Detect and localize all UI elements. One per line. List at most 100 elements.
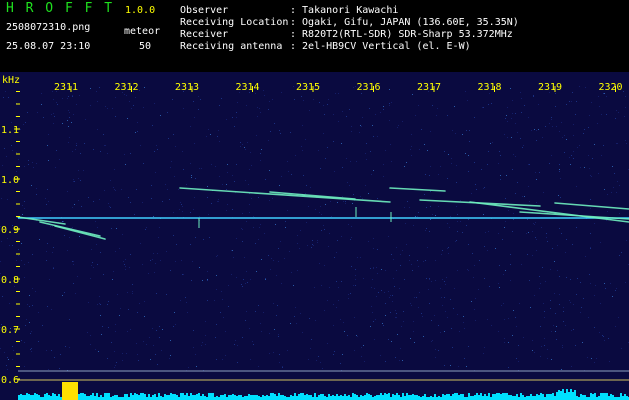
noise-pixel bbox=[615, 290, 616, 291]
noise-pixel bbox=[115, 365, 116, 366]
level-bar bbox=[132, 395, 134, 400]
level-bar bbox=[208, 393, 210, 400]
level-bar bbox=[180, 393, 182, 400]
noise-pixel bbox=[309, 318, 310, 319]
level-bar bbox=[176, 395, 178, 400]
level-bar bbox=[364, 395, 366, 400]
noise-pixel bbox=[554, 261, 555, 262]
noise-pixel bbox=[395, 317, 396, 318]
noise-pixel bbox=[117, 294, 118, 295]
noise-pixel bbox=[560, 178, 561, 179]
noise-pixel bbox=[395, 357, 396, 358]
noise-pixel bbox=[28, 262, 29, 263]
noise-pixel bbox=[506, 175, 507, 176]
noise-pixel bbox=[546, 233, 547, 234]
level-bar bbox=[304, 395, 306, 400]
noise-pixel bbox=[12, 245, 13, 246]
noise-pixel bbox=[190, 163, 191, 164]
noise-pixel bbox=[108, 301, 109, 302]
noise-pixel bbox=[246, 311, 247, 312]
noise-pixel bbox=[457, 231, 458, 232]
noise-pixel bbox=[444, 297, 445, 298]
noise-pixel bbox=[603, 336, 604, 337]
noise-pixel bbox=[122, 353, 123, 354]
noise-pixel bbox=[392, 301, 393, 302]
level-bar bbox=[590, 393, 592, 400]
noise-pixel bbox=[235, 340, 236, 341]
noise-pixel bbox=[259, 227, 260, 228]
noise-pixel bbox=[466, 366, 467, 367]
noise-pixel bbox=[410, 303, 411, 304]
noise-pixel bbox=[202, 280, 203, 281]
level-bar bbox=[572, 392, 574, 400]
noise-pixel bbox=[324, 265, 325, 266]
noise-pixel bbox=[127, 292, 128, 293]
noise-pixel bbox=[590, 233, 591, 234]
noise-pixel bbox=[573, 124, 574, 125]
noise-pixel bbox=[411, 264, 412, 265]
noise-pixel bbox=[287, 210, 288, 211]
noise-pixel bbox=[528, 186, 529, 187]
noise-pixel bbox=[153, 216, 154, 217]
level-bar bbox=[294, 393, 296, 400]
level-bar bbox=[504, 393, 506, 400]
noise-pixel bbox=[57, 104, 58, 105]
noise-pixel bbox=[249, 169, 250, 170]
noise-pixel bbox=[143, 107, 144, 108]
noise-pixel bbox=[426, 207, 427, 208]
info-value-antenna: : 2el-HB9CV Vertical (el. E-W) bbox=[290, 41, 471, 52]
noise-pixel bbox=[513, 219, 514, 220]
noise-pixel bbox=[249, 328, 250, 329]
level-bar bbox=[598, 396, 600, 400]
noise-pixel bbox=[508, 318, 509, 319]
level-bar bbox=[298, 394, 300, 400]
noise-pixel bbox=[0, 273, 1, 274]
noise-pixel bbox=[412, 94, 413, 95]
noise-pixel bbox=[25, 325, 26, 326]
noise-pixel bbox=[75, 293, 76, 294]
noise-pixel bbox=[542, 137, 543, 138]
level-bar bbox=[230, 395, 232, 400]
noise-pixel bbox=[573, 158, 574, 159]
noise-pixel bbox=[359, 132, 360, 133]
noise-pixel bbox=[555, 313, 556, 314]
noise-pixel bbox=[179, 209, 180, 210]
noise-pixel bbox=[536, 140, 537, 141]
noise-pixel bbox=[619, 185, 620, 186]
y-tick-label: 0.9 bbox=[1, 225, 19, 236]
noise-pixel bbox=[101, 334, 102, 335]
noise-pixel bbox=[385, 315, 386, 316]
noise-pixel bbox=[504, 342, 505, 343]
noise-pixel bbox=[498, 331, 499, 332]
level-bar bbox=[50, 396, 52, 400]
noise-pixel bbox=[389, 89, 390, 90]
noise-pixel bbox=[168, 138, 169, 139]
noise-pixel bbox=[329, 233, 330, 234]
noise-pixel bbox=[182, 211, 183, 212]
noise-pixel bbox=[313, 245, 314, 246]
level-bar bbox=[250, 395, 252, 400]
noise-pixel bbox=[223, 317, 224, 318]
noise-pixel bbox=[278, 261, 279, 262]
noise-pixel bbox=[264, 233, 265, 234]
noise-pixel bbox=[541, 346, 542, 347]
noise-pixel bbox=[604, 189, 605, 190]
noise-pixel bbox=[208, 129, 209, 130]
noise-pixel bbox=[373, 268, 374, 269]
noise-pixel bbox=[469, 141, 470, 142]
noise-pixel bbox=[323, 105, 324, 106]
noise-pixel bbox=[457, 214, 458, 215]
noise-pixel bbox=[469, 130, 470, 131]
noise-pixel bbox=[160, 115, 161, 116]
noise-pixel bbox=[281, 176, 282, 177]
level-bar bbox=[626, 396, 628, 400]
noise-pixel bbox=[260, 112, 261, 113]
level-bar bbox=[80, 393, 82, 400]
noise-pixel bbox=[73, 179, 74, 180]
noise-pixel bbox=[131, 108, 132, 109]
level-bar bbox=[44, 394, 46, 400]
noise-pixel bbox=[251, 198, 252, 199]
noise-pixel bbox=[51, 309, 52, 310]
level-bar bbox=[108, 393, 110, 400]
noise-pixel bbox=[337, 240, 338, 241]
